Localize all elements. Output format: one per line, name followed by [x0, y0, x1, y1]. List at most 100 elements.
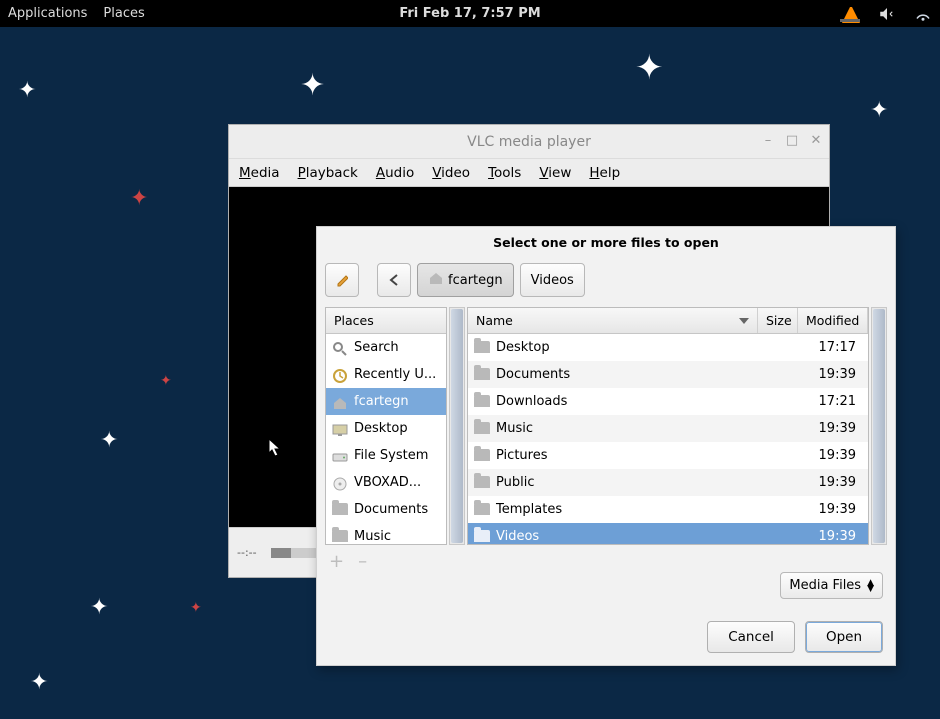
remove-bookmark-button[interactable]: – [358, 551, 367, 572]
clock: Fri Feb 17, 7:57 PM [399, 6, 540, 21]
menu-playback[interactable]: Playback [298, 165, 358, 181]
minimize-button[interactable]: – [761, 133, 775, 148]
file-row[interactable]: Videos19:39 [468, 523, 868, 544]
star-icon: ✦ [635, 48, 664, 88]
places-item-label: Music [354, 529, 391, 544]
file-row[interactable]: Pictures19:39 [468, 442, 868, 469]
file-filter-label: Media Files [789, 578, 861, 593]
file-name: Downloads [496, 394, 752, 409]
vlc-titlebar[interactable]: VLC media player – □ ✕ [229, 125, 829, 159]
places-item-label: Search [354, 340, 399, 355]
places-scrollbar[interactable] [449, 307, 465, 545]
recent-icon [332, 368, 348, 382]
file-chooser-title: Select one or more files to open [317, 227, 895, 257]
places-item-label: Desktop [354, 421, 408, 436]
file-modified: 19:39 [798, 367, 862, 382]
star-icon: ✦ [190, 600, 202, 616]
open-button[interactable]: Open [805, 621, 883, 653]
sort-indicator-icon [739, 318, 749, 324]
places-item[interactable]: Search [326, 334, 446, 361]
network-icon[interactable] [914, 5, 932, 23]
file-modified: 19:39 [798, 421, 862, 436]
places-item[interactable]: VBOXAD... [326, 469, 446, 496]
star-icon: ✦ [130, 186, 148, 211]
home-icon [428, 270, 444, 290]
add-bookmark-button[interactable]: + [329, 551, 344, 572]
file-row[interactable]: Desktop17:17 [468, 334, 868, 361]
spinner-icon: ▲▼ [867, 580, 874, 592]
file-name: Music [496, 421, 752, 436]
edit-path-button[interactable] [325, 263, 359, 297]
files-panel: Name Size Modified Desktop17:17Documents… [467, 307, 869, 545]
places-menu[interactable]: Places [103, 6, 144, 21]
search-icon [332, 341, 348, 355]
folder-icon [474, 395, 490, 409]
path-segment-videos[interactable]: Videos [520, 263, 585, 297]
column-size[interactable]: Size [758, 308, 798, 333]
volume-icon[interactable] [878, 5, 896, 23]
file-row[interactable]: Downloads17:21 [468, 388, 868, 415]
folder-icon [332, 503, 348, 517]
file-name: Pictures [496, 448, 752, 463]
star-icon: ✦ [160, 373, 172, 389]
file-row[interactable]: Music 19:39 [468, 415, 868, 442]
vlc-time: --:-- [237, 546, 257, 559]
menu-media[interactable]: Media [239, 165, 280, 181]
star-icon: ✦ [18, 78, 36, 103]
star-icon: ✦ [30, 670, 48, 695]
vlc-menubar: Media Playback Audio Video Tools View He… [229, 159, 829, 187]
file-name: Documents [496, 367, 752, 382]
drive-icon [332, 449, 348, 463]
folder-icon [474, 476, 490, 490]
column-name[interactable]: Name [468, 308, 758, 333]
file-name: Templates [496, 502, 752, 517]
folder-icon [474, 422, 490, 436]
column-modified[interactable]: Modified [798, 308, 868, 333]
file-filter-dropdown[interactable]: Media Files ▲▼ [780, 572, 883, 599]
top-panel: Applications Places Fri Feb 17, 7:57 PM [0, 0, 940, 27]
menu-help[interactable]: Help [589, 165, 620, 181]
places-item-label: Recently U... [354, 367, 436, 382]
folder-icon [474, 368, 490, 382]
places-item[interactable]: Desktop [326, 415, 446, 442]
files-scrollbar[interactable] [871, 307, 887, 545]
maximize-button[interactable]: □ [785, 133, 799, 148]
menu-video[interactable]: Video [432, 165, 470, 181]
file-row[interactable]: Documents 19:39 [468, 361, 868, 388]
path-back-button[interactable] [377, 263, 411, 297]
places-item[interactable]: Recently U... [326, 361, 446, 388]
menu-tools[interactable]: Tools [488, 165, 521, 181]
close-button[interactable]: ✕ [809, 133, 823, 148]
vlc-tray-icon[interactable] [842, 5, 860, 23]
file-modified: 19:39 [798, 502, 862, 517]
places-panel: Places SearchRecently U...fcartegnDeskto… [325, 307, 447, 545]
file-chooser-dialog: Select one or more files to open fcarteg… [316, 226, 896, 666]
file-modified: 19:39 [798, 529, 862, 544]
places-item-label: fcartegn [354, 394, 409, 409]
file-row[interactable]: Public 19:39 [468, 469, 868, 496]
file-modified: 19:39 [798, 475, 862, 490]
places-item[interactable]: Music [326, 523, 446, 544]
menu-audio[interactable]: Audio [376, 165, 414, 181]
places-item[interactable]: fcartegn [326, 388, 446, 415]
file-name: Public [496, 475, 752, 490]
menu-view[interactable]: View [539, 165, 571, 181]
places-item[interactable]: File System [326, 442, 446, 469]
vlc-seek-slider[interactable] [271, 548, 321, 558]
desktop-icon [332, 422, 348, 436]
star-icon: ✦ [870, 98, 888, 123]
path-segment-home[interactable]: fcartegn [417, 263, 514, 297]
file-row[interactable]: Templates 19:39 [468, 496, 868, 523]
folder-icon [474, 449, 490, 463]
places-item[interactable]: Documents [326, 496, 446, 523]
cancel-button[interactable]: Cancel [707, 621, 795, 653]
file-name: Desktop [496, 340, 752, 355]
star-icon: ✦ [90, 595, 108, 620]
path-bar: fcartegn Videos [317, 257, 895, 307]
files-header: Name Size Modified [468, 308, 868, 334]
folder-icon [474, 341, 490, 355]
applications-menu[interactable]: Applications [8, 6, 87, 21]
star-icon: ✦ [300, 68, 325, 103]
places-item-label: File System [354, 448, 428, 463]
disc-icon [332, 476, 348, 490]
